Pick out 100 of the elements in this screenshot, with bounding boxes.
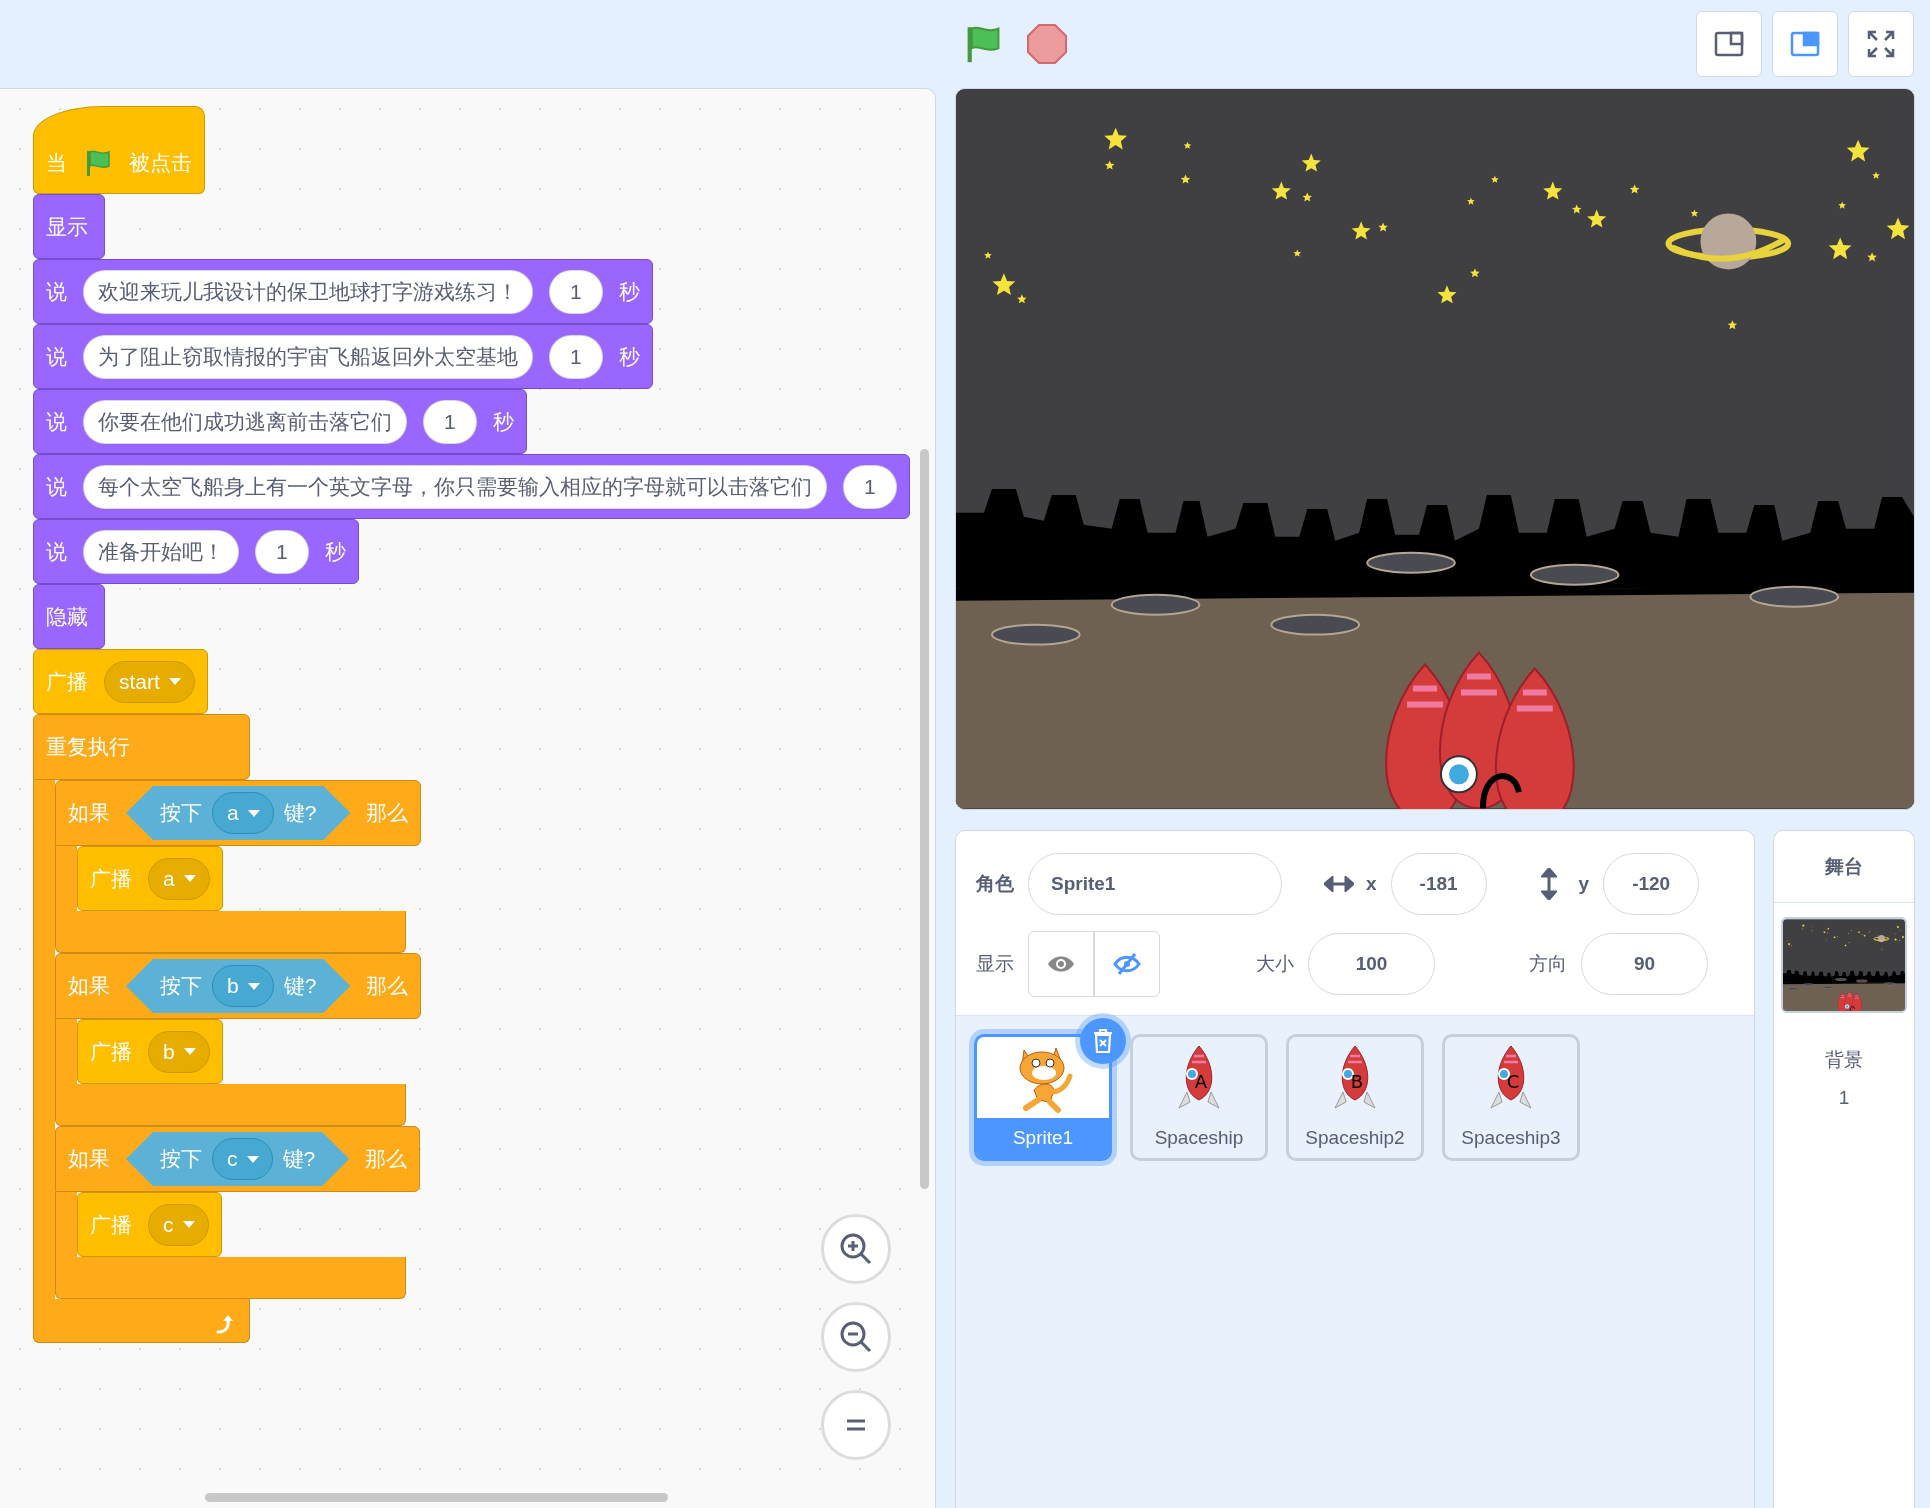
block-label: 显示 <box>46 213 88 240</box>
block-label: 重复执行 <box>46 734 130 760</box>
stop-icon <box>1026 23 1068 65</box>
block-label: 秒 <box>618 343 640 370</box>
stage-pane-title: 舞台 <box>1825 854 1863 879</box>
vertical-arrows-icon <box>1540 868 1557 900</box>
number-input[interactable]: 1 <box>843 464 897 509</box>
caret-icon <box>246 808 261 818</box>
block-label: 按下 <box>160 1146 202 1172</box>
normal-stage-icon <box>1790 31 1820 57</box>
direction-field[interactable]: 90 <box>1581 933 1708 995</box>
caret-icon <box>245 1154 260 1164</box>
block-label: 秒 <box>324 538 346 565</box>
block-label: 广播 <box>46 668 88 695</box>
text-input[interactable]: 你要在他们成功逃离前击落它们 <box>83 399 407 444</box>
sprite-name: Spaceship <box>1153 1126 1245 1150</box>
block-label: 说 <box>46 343 67 370</box>
rocket-drawing <box>1178 1045 1220 1108</box>
text-input[interactable]: 欢迎来玩儿我设计的保卫地球打字游戏练习！ <box>83 269 533 314</box>
caret-icon <box>167 677 182 686</box>
sprite-tile[interactable]: Sprite1 <box>974 1034 1112 1161</box>
show-label: 显示 <box>976 952 1014 976</box>
sprite-name-field[interactable]: Sprite1 <box>1028 853 1282 915</box>
y-label: y <box>1578 873 1590 895</box>
y-field[interactable]: -120 <box>1603 853 1700 915</box>
zoom-in-icon <box>838 1231 874 1267</box>
block-label: 说 <box>46 473 67 500</box>
say-block[interactable]: 说 准备开始吧！ 1 秒 <box>33 519 359 584</box>
sprite-label: 角色 <box>976 872 1014 896</box>
text-input[interactable]: 准备开始吧！ <box>83 529 239 574</box>
block-label: 说 <box>46 408 67 435</box>
fullscreen-icon <box>1866 29 1896 59</box>
zoom-out-icon <box>838 1319 874 1355</box>
block-label: 秒 <box>618 278 640 305</box>
small-stage-button[interactable] <box>1696 11 1762 77</box>
size-field[interactable]: 100 <box>1308 933 1435 995</box>
block-label: 那么 <box>365 1146 408 1172</box>
block-label: 如果 <box>68 800 110 826</box>
number-input[interactable]: 1 <box>549 334 603 379</box>
number-input[interactable]: 1 <box>549 269 603 314</box>
normal-stage-button[interactable] <box>1772 11 1838 77</box>
block-label: 秒 <box>492 408 514 435</box>
caret-icon <box>181 1220 196 1229</box>
text-input[interactable]: 为了阻止窃取情报的宇宙飞船返回外太空基地 <box>83 334 533 379</box>
sprite-name: Spaceship2 <box>1304 1126 1406 1150</box>
say-block[interactable]: 说 为了阻止窃取情报的宇宙飞船返回外太空基地 1 秒 <box>33 324 653 389</box>
block-label: 广播 <box>90 1038 132 1065</box>
sprite-tile[interactable]: C Spaceship3 <box>1442 1034 1580 1161</box>
text-input[interactable]: 每个太空飞船身上有一个英文字母，你只需要输入相应的字母就可以击落它们 <box>83 464 827 509</box>
say-block[interactable]: 说 每个太空飞船身上有一个英文字母，你只需要输入相应的字母就可以击落它们 1 <box>33 454 910 519</box>
caret-icon <box>246 981 261 991</box>
rocket-letter: B <box>1350 1070 1364 1092</box>
sprite-name: Spaceship3 <box>1460 1126 1562 1150</box>
block-label: 隐藏 <box>46 603 88 630</box>
block-label: 如果 <box>68 973 110 999</box>
x-label: x <box>1366 873 1377 895</box>
caret-icon <box>182 1047 197 1056</box>
block-label: 当 <box>46 150 67 176</box>
looks-block[interactable]: 显示 <box>33 194 105 259</box>
block-label: 被点击 <box>129 150 192 176</box>
backdrop-count: 1 <box>1838 1087 1850 1109</box>
say-block[interactable]: 说 你要在他们成功逃离前击落它们 1 秒 <box>33 389 527 454</box>
block-label: 说 <box>46 538 67 565</box>
direction-label: 方向 <box>1529 952 1567 976</box>
backdrops-label: 背景 <box>1825 1048 1863 1072</box>
rocket-drawing <box>1490 1045 1532 1108</box>
number-input[interactable]: 1 <box>423 399 477 444</box>
block-label: 键? <box>283 973 317 999</box>
small-stage-icon <box>1714 31 1744 57</box>
caret-icon <box>182 874 197 883</box>
block-label: 如果 <box>68 1146 110 1172</box>
size-label: 大小 <box>1256 952 1294 976</box>
hide-button[interactable] <box>1094 931 1160 997</box>
fullscreen-button[interactable] <box>1848 11 1914 77</box>
show-button[interactable] <box>1028 931 1094 997</box>
block-label: 键? <box>283 800 317 826</box>
block-label: 那么 <box>366 800 409 826</box>
eye-slash-icon <box>1113 952 1141 976</box>
looks-block[interactable]: 隐藏 <box>33 584 105 649</box>
rocket-letter: A <box>1194 1070 1208 1092</box>
trash-icon <box>1092 1028 1114 1054</box>
block-label: 那么 <box>366 973 409 999</box>
sprite-tile[interactable]: B Spaceship2 <box>1286 1034 1424 1161</box>
x-field[interactable]: -181 <box>1390 853 1487 915</box>
equals-icon <box>845 1418 867 1432</box>
horizontal-scrollbar[interactable] <box>205 1493 668 1502</box>
eye-icon <box>1047 954 1075 974</box>
stop-button[interactable] <box>1026 23 1068 65</box>
number-input[interactable]: 1 <box>255 529 309 574</box>
block-label: 键? <box>282 1146 316 1172</box>
rocket-letter: C <box>1506 1070 1520 1092</box>
say-block[interactable]: 说 欢迎来玩儿我设计的保卫地球打字游戏练习！ 1 秒 <box>33 259 653 324</box>
horizontal-arrows-icon <box>1324 876 1354 892</box>
block-label: 广播 <box>90 865 132 892</box>
vertical-scrollbar[interactable] <box>920 449 929 1189</box>
block-label: 按下 <box>160 800 202 826</box>
block-label: 说 <box>46 278 67 305</box>
delete-button[interactable] <box>1080 1018 1126 1064</box>
sprite-tile[interactable]: A Spaceship <box>1130 1034 1268 1161</box>
block-label: 广播 <box>90 1211 132 1238</box>
